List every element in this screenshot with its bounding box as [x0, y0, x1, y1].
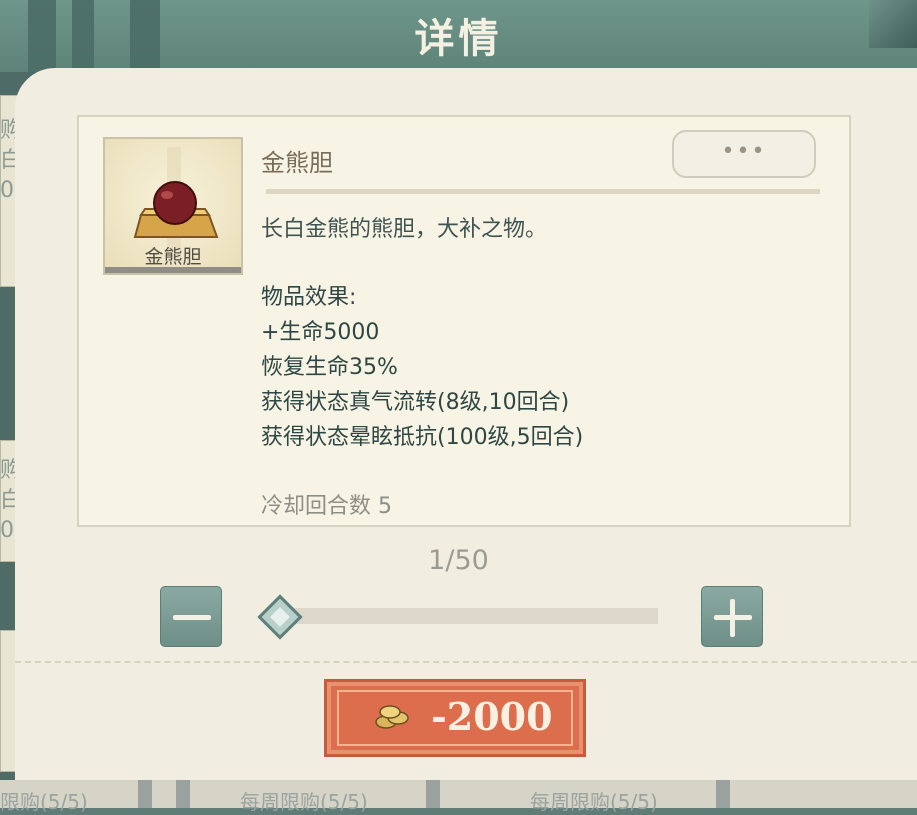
item-icon-label: 金熊胆	[144, 246, 202, 268]
buy-button[interactable]: -2000	[324, 679, 586, 757]
quantity-slider-track[interactable]	[271, 608, 658, 624]
more-options-button[interactable]: •••	[672, 130, 816, 178]
plus-icon-vertical	[730, 599, 735, 637]
divider	[716, 780, 730, 808]
background-tab: 每周限购(5/5)	[240, 790, 368, 814]
effects-title: 物品效果:	[261, 285, 357, 310]
divider	[426, 780, 440, 808]
price-label: -2000	[431, 694, 553, 739]
background-tab: 每周限购(5/5)	[530, 790, 658, 814]
divider	[176, 780, 190, 808]
increase-button[interactable]	[701, 586, 763, 647]
decrease-button[interactable]	[160, 586, 222, 647]
quantity-display: 1/50	[428, 545, 489, 576]
background-text: 0	[0, 518, 14, 543]
dialog-header: 详情	[0, 0, 917, 95]
item-icon-bar	[105, 267, 241, 273]
effect-line: +生命5000	[261, 320, 380, 345]
effect-line: 获得状态真气流转(8级,10回合)	[261, 390, 570, 415]
close-button[interactable]	[869, 0, 917, 48]
minus-icon	[173, 615, 211, 620]
coins-icon	[375, 705, 409, 729]
item-icon-frame: 金熊胆	[103, 137, 243, 275]
item-name: 金熊胆	[261, 149, 333, 177]
item-description: 长白金熊的熊胆，大补之物。	[261, 217, 548, 242]
name-divider	[266, 189, 820, 194]
divider	[138, 780, 152, 808]
cooldown-text: 冷却回合数 5	[261, 494, 392, 519]
dialog-title: 详情	[414, 16, 503, 62]
slider-handle-core	[270, 607, 290, 627]
effect-line: 恢复生命35%	[261, 355, 398, 380]
background-tab: 限购(5/5)	[0, 790, 88, 814]
dashed-divider	[15, 661, 917, 663]
item-effects: 物品效果: +生命5000 恢复生命35% 获得状态真气流转(8级,10回合) …	[261, 280, 583, 455]
effect-line: 获得状态晕眩抵抗(100级,5回合)	[261, 425, 584, 450]
